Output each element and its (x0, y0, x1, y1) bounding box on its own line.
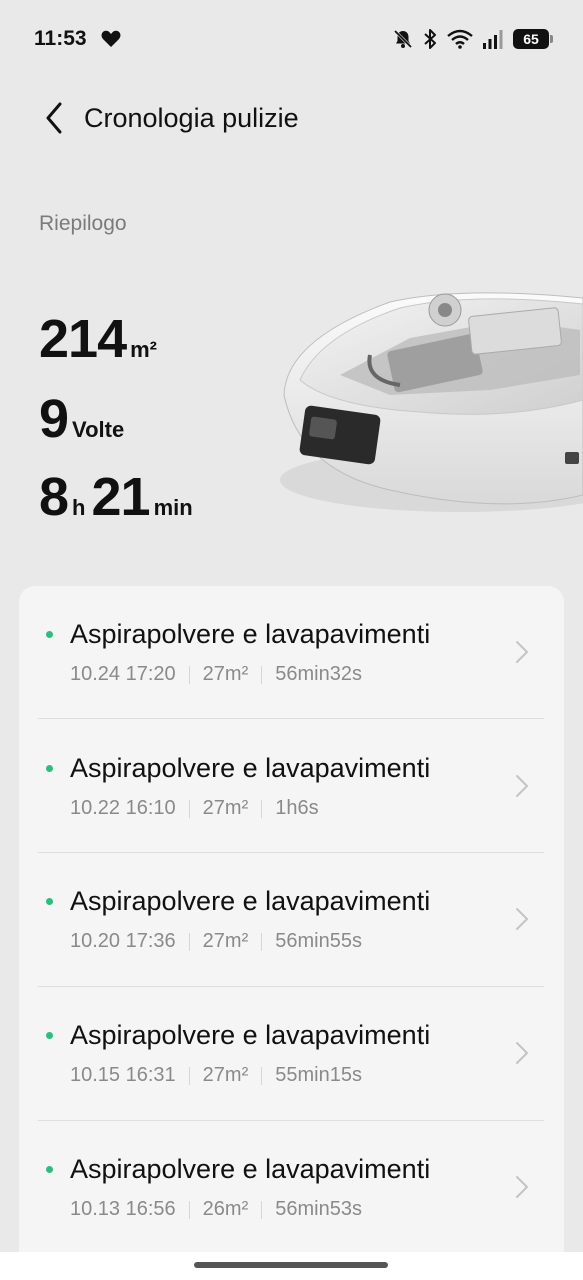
header: Cronologia pulizie (0, 88, 583, 148)
history-area: 27m² (202, 663, 249, 685)
count-value: 9 (39, 389, 69, 449)
history-title: Aspirapolvere e lavapavimenti (70, 619, 431, 649)
chevron-right-icon (516, 775, 528, 797)
history-datetime: 10.20 17:36 (70, 930, 176, 952)
separator (261, 665, 263, 684)
chevron-right-icon (516, 1042, 528, 1064)
wifi-icon (447, 29, 473, 49)
home-indicator[interactable] (194, 1262, 388, 1268)
separator (188, 1066, 190, 1085)
chevron-right-icon (516, 908, 528, 930)
stat-count: 9 Volte (39, 392, 130, 446)
history-area: 27m² (202, 1064, 249, 1086)
robot-vacuum-image (280, 292, 583, 512)
battery-indicator: 65 (513, 29, 553, 49)
back-button[interactable] (24, 88, 84, 148)
minutes-value: 21 (91, 467, 151, 527)
history-title: Aspirapolvere e lavapavimenti (70, 886, 431, 916)
separator (188, 799, 190, 818)
count-unit: Volte (72, 417, 125, 442)
history-title: Aspirapolvere e lavapavimenti (70, 753, 431, 783)
history-datetime: 10.13 16:56 (70, 1198, 176, 1220)
history-card: Aspirapolvere e lavapavimenti 10.24 17:2… (19, 586, 564, 1280)
history-meta: 10.15 16:31 27m² 55min15s (70, 1064, 362, 1087)
status-dot (46, 631, 53, 638)
history-row[interactable]: Aspirapolvere e lavapavimenti 10.15 16:3… (19, 987, 564, 1120)
signal-icon (483, 30, 503, 49)
hours-unit: h (72, 495, 86, 520)
status-dot (46, 898, 53, 905)
history-meta: 10.24 17:20 27m² 56min32s (70, 663, 362, 686)
status-dot (46, 1032, 53, 1039)
history-area: 26m² (202, 1198, 249, 1220)
history-row[interactable]: Aspirapolvere e lavapavimenti 10.24 17:2… (19, 586, 564, 719)
minutes-unit: min (153, 495, 193, 520)
history-row[interactable]: Aspirapolvere e lavapavimenti 10.13 16:5… (19, 1121, 564, 1254)
area-unit: m² (130, 337, 157, 362)
row-divider (38, 718, 544, 719)
history-datetime: 10.15 16:31 (70, 1064, 176, 1086)
chevron-right-icon (516, 1176, 528, 1198)
stat-duration: 8 h 21 min (39, 470, 199, 524)
separator (261, 799, 263, 818)
status-left: 11:53 (34, 27, 121, 51)
status-bar: 11:53 65 (0, 0, 583, 78)
chevron-left-icon (46, 102, 62, 134)
chevron-right-icon (516, 641, 528, 663)
history-title: Aspirapolvere e lavapavimenti (70, 1020, 431, 1050)
history-duration: 1h6s (275, 797, 319, 819)
history-duration: 56min32s (275, 663, 362, 685)
history-row[interactable]: Aspirapolvere e lavapavimenti 10.22 16:1… (19, 720, 564, 853)
separator (188, 932, 190, 951)
history-area: 27m² (202, 930, 249, 952)
history-row[interactable]: Aspirapolvere e lavapavimenti 10.20 17:3… (19, 853, 564, 986)
page-title: Cronologia pulizie (84, 102, 299, 133)
separator (261, 1200, 263, 1219)
hours-value: 8 (39, 467, 69, 527)
heart-icon (101, 30, 121, 47)
status-dot (46, 765, 53, 772)
history-meta: 10.22 16:10 27m² 1h6s (70, 797, 319, 820)
history-datetime: 10.24 17:20 (70, 663, 176, 685)
history-duration: 55min15s (275, 1064, 362, 1086)
stat-area: 214 m² (39, 312, 163, 366)
status-time: 11:53 (34, 27, 87, 50)
status-dot (46, 1166, 53, 1173)
history-duration: 56min55s (275, 930, 362, 952)
summary-label: Riepilogo (39, 212, 127, 235)
mute-bell-icon (393, 29, 413, 49)
history-area: 27m² (202, 797, 249, 819)
separator (188, 1200, 190, 1219)
separator (261, 932, 263, 951)
history-duration: 56min53s (275, 1198, 362, 1220)
separator (261, 1066, 263, 1085)
area-value: 214 (39, 309, 127, 369)
bluetooth-icon (424, 29, 436, 49)
separator (188, 665, 190, 684)
history-meta: 10.13 16:56 26m² 56min53s (70, 1198, 362, 1221)
history-title: Aspirapolvere e lavapavimenti (70, 1154, 431, 1184)
history-meta: 10.20 17:36 27m² 56min55s (70, 930, 362, 953)
status-right: 65 (393, 28, 553, 50)
history-datetime: 10.22 16:10 (70, 797, 176, 819)
